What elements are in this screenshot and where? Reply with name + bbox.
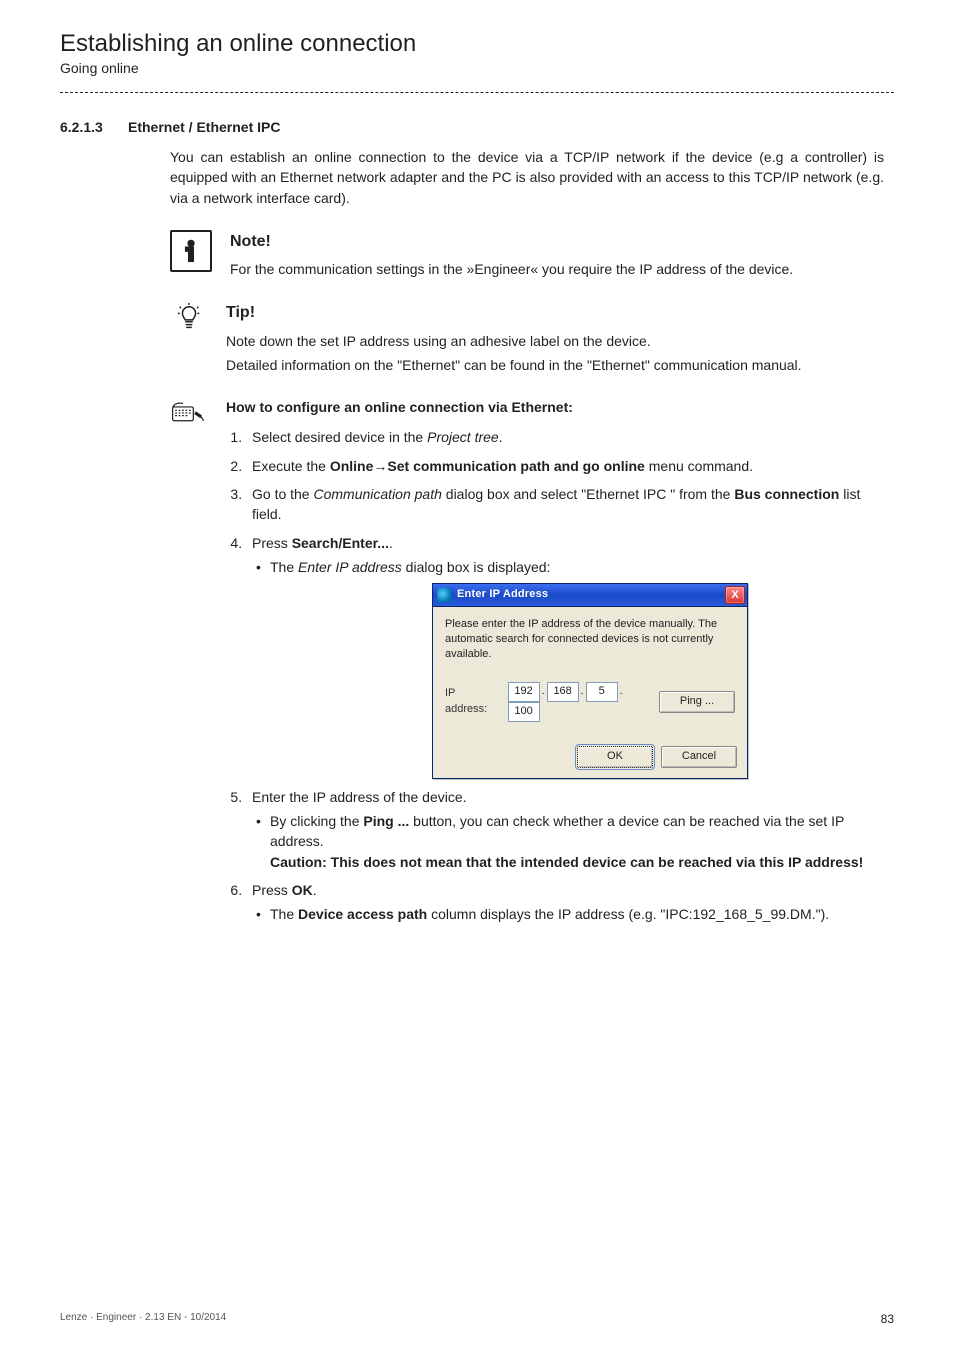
text: Press [252, 535, 292, 551]
step-5: Enter the IP address of the device. By c… [246, 787, 874, 872]
procedure-icon [170, 397, 208, 427]
dialog-message: Please enter the IP address of the devic… [445, 617, 735, 662]
step-2: Execute the Online→Set communication pat… [246, 456, 874, 476]
text-bold: Set communication path and go online [387, 458, 644, 474]
step-1: Select desired device in the Project tre… [246, 427, 874, 447]
text: . [581, 685, 584, 697]
procedure-head: How to configure an online connection vi… [226, 399, 573, 415]
close-icon[interactable]: X [725, 586, 745, 604]
step-4: Press Search/Enter.... The Enter IP addr… [246, 533, 874, 779]
ok-button[interactable]: OK [577, 746, 653, 768]
step-5-sub: By clicking the Ping ... button, you can… [256, 811, 874, 872]
note-body: For the communication settings in the »E… [230, 259, 874, 279]
text: column displays the IP address (e.g. "IP… [427, 906, 829, 922]
text: Execute the [252, 458, 330, 474]
info-icon [170, 230, 212, 272]
dialog-app-icon [437, 588, 451, 602]
text-italic: Project tree [427, 429, 499, 445]
text-bold: Ping ... [363, 813, 409, 829]
section-number: 6.2.1.3 [60, 119, 128, 135]
text: Go to the [252, 486, 313, 502]
text: . [620, 685, 623, 697]
intro-paragraph: You can establish an online connection t… [170, 147, 884, 208]
lightbulb-icon [170, 301, 208, 375]
page-title: Establishing an online connection [60, 30, 894, 58]
tip-line-1: Note down the set IP address using an ad… [226, 331, 874, 351]
text-bold: Device access path [298, 906, 427, 922]
text-bold: OK [292, 882, 313, 898]
text-bold: Bus connection [734, 486, 839, 502]
text: . [499, 429, 503, 445]
tip-head: Tip! [226, 301, 874, 324]
section-name: Ethernet / Ethernet IPC [128, 119, 280, 135]
footer-left: Lenze · Engineer · 2.13 EN - 10/2014 [60, 1312, 226, 1326]
divider [60, 92, 894, 93]
step-6-sub: The Device access path column displays t… [256, 904, 874, 924]
text: Select desired device in the [252, 429, 427, 445]
ip-octet-3[interactable]: 5 [586, 682, 618, 702]
text-italic: Communication path [313, 486, 441, 502]
ip-label: IP address: [445, 686, 498, 718]
text: The [270, 559, 298, 575]
text: . [313, 882, 317, 898]
page-number: 83 [881, 1312, 894, 1326]
text: Press [252, 882, 292, 898]
text-italic: Enter IP address [298, 559, 402, 575]
step-3: Go to the Communication path dialog box … [246, 484, 874, 525]
arrow-icon: → [373, 458, 387, 474]
text: dialog box and select "Ethernet IPC " fr… [442, 486, 734, 502]
text: Enter the IP address of the device. [252, 789, 467, 805]
text: . [389, 535, 393, 551]
ping-button[interactable]: Ping ... [659, 691, 735, 713]
caution-text: Caution: This does not mean that the int… [270, 854, 863, 870]
note-head: Note! [230, 230, 874, 253]
ip-octet-1[interactable]: 192 [508, 682, 540, 702]
ip-octet-4[interactable]: 100 [508, 702, 540, 722]
text: By clicking the [270, 813, 363, 829]
text-bold: Online [330, 458, 374, 474]
step-6: Press OK. The Device access path column … [246, 880, 874, 925]
text: dialog box is displayed: [402, 559, 551, 575]
step-4-sub: The Enter IP address dialog box is displ… [256, 557, 874, 577]
text: menu command. [645, 458, 753, 474]
enter-ip-dialog: Enter IP Address X Please enter the IP a… [432, 583, 748, 779]
cancel-button[interactable]: Cancel [661, 746, 737, 768]
ip-octet-2[interactable]: 168 [547, 682, 579, 702]
page-subtitle: Going online [60, 60, 894, 76]
text: . [542, 685, 545, 697]
dialog-title: Enter IP Address [457, 587, 719, 603]
text: The [270, 906, 298, 922]
text-bold: Search/Enter... [292, 535, 389, 551]
tip-line-2: Detailed information on the "Ethernet" c… [226, 355, 874, 375]
